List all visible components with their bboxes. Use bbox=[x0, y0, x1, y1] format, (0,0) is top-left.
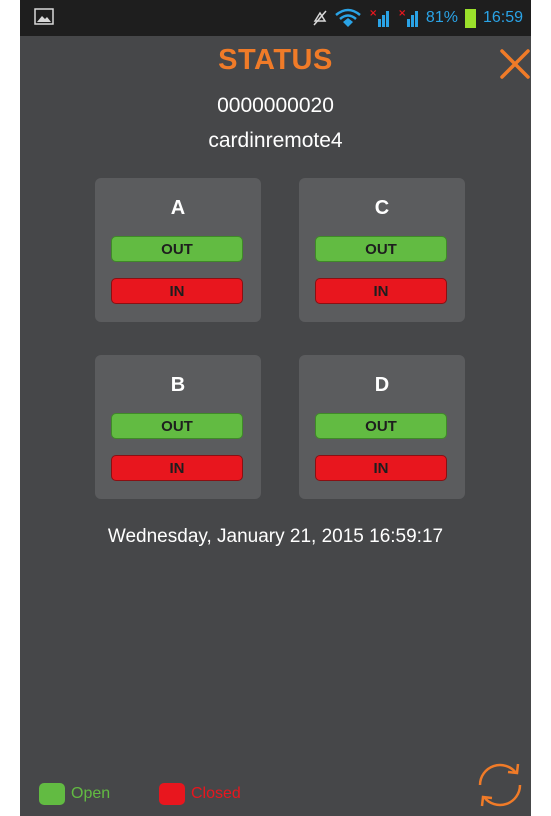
image-icon bbox=[34, 8, 54, 25]
in-status-button[interactable]: IN bbox=[111, 278, 243, 304]
device-name: cardinremote4 bbox=[208, 129, 343, 152]
battery-percent: 81% bbox=[425, 9, 458, 26]
legend-open: Open bbox=[39, 782, 110, 806]
svg-text:×: × bbox=[398, 8, 406, 19]
closed-label: Closed bbox=[191, 785, 241, 802]
status-icons: × × 81% 16:59 bbox=[312, 0, 523, 36]
status-bar: × × 81% 16:59 bbox=[20, 0, 531, 36]
refresh-icon[interactable] bbox=[474, 760, 526, 810]
closed-swatch bbox=[159, 783, 185, 805]
channel-card-b: B OUT IN bbox=[95, 355, 261, 499]
out-status-button[interactable]: OUT bbox=[111, 236, 243, 262]
svg-text:×: × bbox=[369, 8, 377, 19]
out-status-button[interactable]: OUT bbox=[315, 413, 447, 439]
in-status-button[interactable]: IN bbox=[111, 455, 243, 481]
mute-icon bbox=[313, 10, 327, 26]
last-update-datetime: Wednesday, January 21, 2015 16:59:17 bbox=[107, 526, 444, 547]
out-status-button[interactable]: OUT bbox=[315, 236, 447, 262]
clock: 16:59 bbox=[482, 9, 523, 26]
channel-letter: C bbox=[374, 197, 390, 219]
open-swatch bbox=[39, 783, 65, 805]
serial-number: 0000000020 bbox=[217, 94, 334, 117]
battery-icon bbox=[464, 8, 476, 28]
open-label: Open bbox=[71, 785, 111, 802]
channel-card-a: A OUT IN bbox=[95, 178, 261, 322]
in-status-button[interactable]: IN bbox=[315, 455, 447, 481]
app-screen: × × 81% 16:59 STATUS 0000000020 cardinre… bbox=[20, 0, 531, 816]
out-status-button[interactable]: OUT bbox=[111, 413, 243, 439]
channel-card-d: D OUT IN bbox=[299, 355, 465, 499]
channel-letter: B bbox=[170, 374, 186, 396]
legend-closed: Closed bbox=[159, 782, 241, 806]
signal-icon: × bbox=[398, 8, 418, 27]
signal-icon: × bbox=[369, 8, 389, 27]
channel-letter: D bbox=[374, 374, 390, 396]
close-icon[interactable] bbox=[498, 47, 532, 81]
in-status-button[interactable]: IN bbox=[315, 278, 447, 304]
wifi-icon bbox=[335, 8, 361, 27]
channel-letter: A bbox=[170, 197, 186, 219]
page-title: STATUS bbox=[218, 44, 333, 76]
channel-card-c: C OUT IN bbox=[299, 178, 465, 322]
